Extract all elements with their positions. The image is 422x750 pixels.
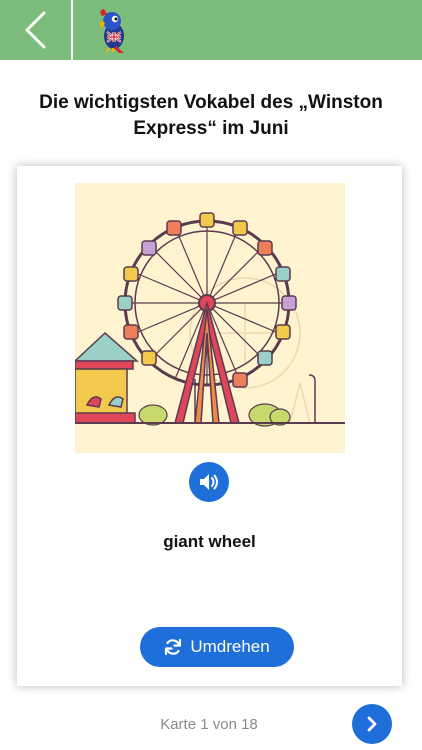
next-card-button[interactable]: [352, 704, 392, 744]
vocab-word: giant wheel: [163, 532, 256, 551]
refresh-icon: [165, 638, 182, 656]
flip-card-button[interactable]: Umdrehen: [140, 627, 294, 667]
top-bar: [0, 0, 422, 60]
flip-card-label: Umdrehen: [190, 637, 270, 656]
back-button[interactable]: [0, 0, 70, 60]
chevron-left-icon: [25, 11, 46, 49]
speaker-icon: [200, 474, 218, 490]
vocab-card: giant wheel Umdrehen: [17, 166, 402, 686]
page-title: Die wichtigsten Vokabel des „Winston Exp…: [39, 92, 383, 139]
header-divider: [71, 0, 73, 60]
play-sound-button[interactable]: [189, 462, 229, 502]
chevron-right-icon: [367, 716, 377, 732]
ferris-wheel-illustration: [75, 183, 345, 453]
parrot-mascot-icon: [99, 9, 124, 53]
